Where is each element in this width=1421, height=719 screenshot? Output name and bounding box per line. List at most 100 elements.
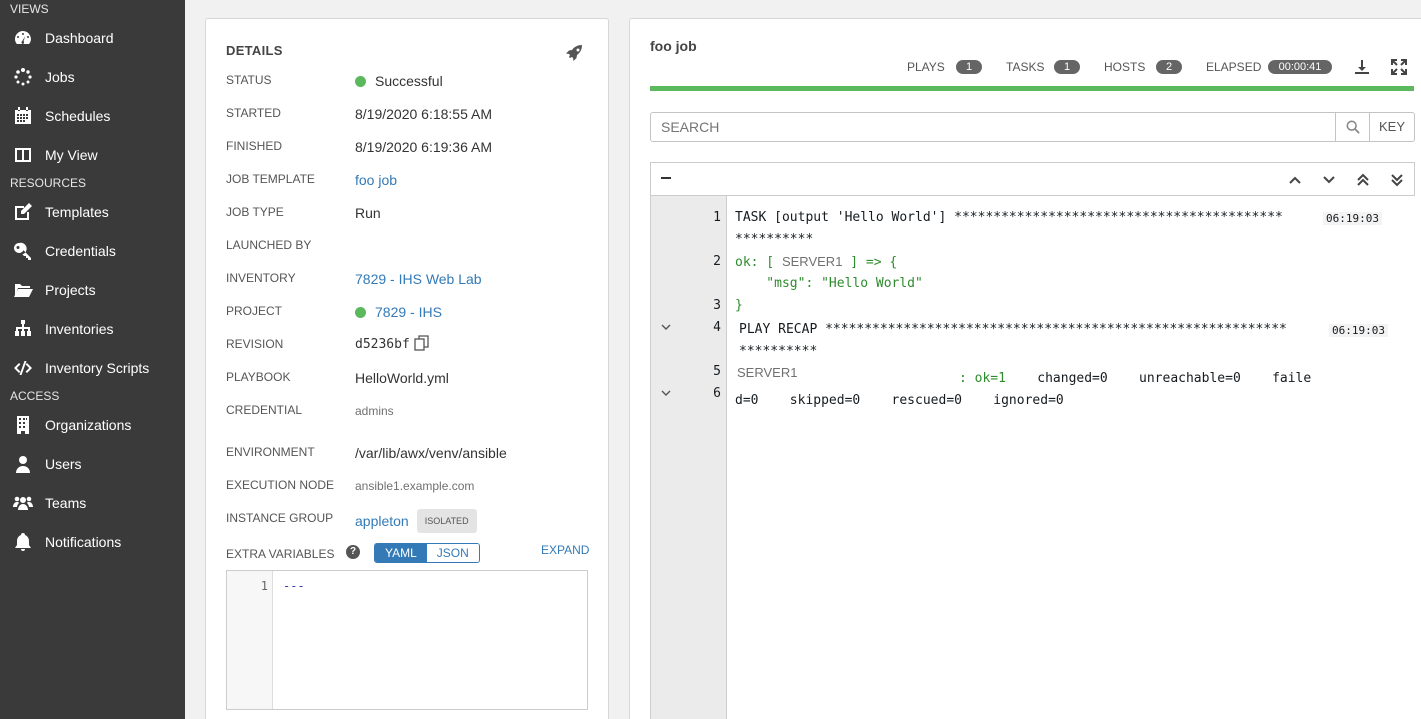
sidebar-item-label: Projects bbox=[45, 281, 96, 298]
playbook-row: PLAYBOOK HelloWorld.yml bbox=[226, 368, 606, 392]
inventory-link[interactable]: 7829 - IHS Web Lab bbox=[355, 269, 482, 289]
output-gutter: 1 2 3 4 5 6 17 bbox=[651, 196, 727, 719]
sidebar-item-label: Notifications bbox=[45, 533, 122, 550]
line-number: 6 bbox=[713, 386, 721, 401]
search-input[interactable] bbox=[650, 112, 1336, 142]
output-line-recap: PLAY RECAP *****************************… bbox=[739, 322, 1287, 337]
download-icon[interactable] bbox=[1354, 59, 1370, 75]
output-line-recap-cont: ********** bbox=[739, 344, 818, 359]
credential-label: CREDENTIAL bbox=[226, 403, 303, 417]
double-chevron-down-icon bbox=[1391, 174, 1403, 187]
environment-row: ENVIRONMENT /var/lib/awx/venv/ansible bbox=[226, 443, 606, 467]
project-link[interactable]: 7829 - IHS bbox=[355, 302, 442, 322]
finished-value: 8/19/2020 6:19:36 AM bbox=[355, 139, 492, 155]
sidebar-item-label: My View bbox=[45, 146, 98, 163]
bell-icon bbox=[0, 532, 45, 552]
elapsed-badge: 00:00:41 bbox=[1268, 60, 1332, 74]
extra-variables-editor[interactable]: 1 --- bbox=[226, 570, 588, 710]
chevron-down-icon bbox=[1323, 176, 1335, 184]
instance-group-link[interactable]: appleton bbox=[355, 513, 409, 529]
sitemap-icon bbox=[0, 319, 45, 339]
launched-by-row: LAUNCHED BY bbox=[226, 236, 606, 260]
sidebar: VIEWS Dashboard Jobs Schedules My View R… bbox=[0, 0, 185, 719]
plays-label: PLAYS bbox=[907, 60, 945, 74]
search-icon bbox=[1346, 120, 1360, 134]
copy-icon[interactable] bbox=[414, 335, 430, 351]
sidebar-item-label: Schedules bbox=[45, 107, 111, 124]
rocket-icon[interactable] bbox=[564, 43, 584, 63]
key-icon bbox=[0, 241, 45, 261]
sidebar-item-teams[interactable]: Teams bbox=[0, 483, 185, 522]
sidebar-item-credentials[interactable]: Credentials bbox=[0, 231, 185, 270]
line-number: 5 bbox=[713, 364, 721, 379]
sidebar-item-inventory-scripts[interactable]: Inventory Scripts bbox=[0, 348, 185, 387]
instance-group-value: appleton ISOLATED bbox=[355, 509, 477, 533]
instance-group-row: INSTANCE GROUP appleton ISOLATED bbox=[226, 509, 606, 533]
status-label: STATUS bbox=[226, 73, 272, 87]
sidebar-item-users[interactable]: Users bbox=[0, 444, 185, 483]
sidebar-section-resources: RESOURCES bbox=[10, 176, 87, 190]
columns-icon bbox=[0, 145, 45, 165]
line-number: 1 bbox=[713, 210, 721, 225]
extra-variables-row: EXTRA VARIABLES ? YAML JSON EXPAND bbox=[226, 543, 606, 567]
sidebar-item-schedules[interactable]: Schedules bbox=[0, 96, 185, 135]
scroll-down-button[interactable] bbox=[1312, 171, 1346, 189]
sidebar-item-inventories[interactable]: Inventories bbox=[0, 309, 185, 348]
format-toggle: YAML JSON bbox=[374, 543, 480, 563]
hosts-label: HOSTS bbox=[1104, 60, 1146, 74]
output-line-recap-stats-cont: d=0 skipped=0 rescued=0 ignored=0 bbox=[735, 393, 1064, 408]
started-row: STARTED 8/19/2020 6:18:55 AM bbox=[226, 104, 606, 128]
job-template-link[interactable]: foo job bbox=[355, 170, 397, 190]
sidebar-item-dashboard[interactable]: Dashboard bbox=[0, 18, 185, 57]
json-toggle-button[interactable]: JSON bbox=[426, 544, 479, 562]
user-icon bbox=[0, 454, 45, 474]
timestamp: 06:19:03 bbox=[1329, 324, 1388, 337]
output-line-task: TASK [output 'Hello World'] ************… bbox=[735, 210, 1283, 225]
project-link-text: 7829 - IHS bbox=[375, 304, 442, 320]
sidebar-item-organizations[interactable]: Organizations bbox=[0, 405, 185, 444]
job-title: foo job bbox=[650, 38, 697, 54]
search-button[interactable] bbox=[1335, 112, 1370, 142]
inventory-row: INVENTORY 7829 - IHS Web Lab bbox=[226, 269, 606, 293]
host-name: SERVER1 bbox=[781, 254, 843, 269]
fullscreen-icon[interactable] bbox=[1391, 59, 1407, 75]
sidebar-item-label: Credentials bbox=[45, 242, 116, 259]
sidebar-item-projects[interactable]: Projects bbox=[0, 270, 185, 309]
sidebar-item-my-view[interactable]: My View bbox=[0, 135, 185, 174]
scroll-top-button[interactable] bbox=[1346, 171, 1380, 189]
tasks-count-badge: 1 bbox=[1054, 60, 1080, 74]
sidebar-item-notifications[interactable]: Notifications bbox=[0, 522, 185, 561]
execution-node-value: ansible1.example.com bbox=[355, 479, 475, 493]
help-icon[interactable]: ? bbox=[346, 545, 360, 559]
sidebar-item-label: Organizations bbox=[45, 416, 132, 433]
sidebar-section-access: ACCESS bbox=[10, 389, 60, 403]
revision-text: d5236bf bbox=[355, 337, 410, 352]
editor-gutter: 1 bbox=[227, 571, 273, 709]
sidebar-item-label: Inventories bbox=[45, 320, 114, 337]
job-output-terminal: 1 2 3 4 5 6 17 TASK [output 'Hello World… bbox=[650, 195, 1416, 719]
sidebar-item-label: Teams bbox=[45, 494, 87, 511]
revision-value: d5236bf bbox=[355, 335, 430, 355]
output-lines: TASK [output 'Hello World'] ************… bbox=[727, 196, 1416, 719]
sidebar-item-templates[interactable]: Templates bbox=[0, 192, 185, 231]
status-success-icon bbox=[355, 76, 366, 87]
finished-label: FINISHED bbox=[226, 139, 283, 153]
spinner-icon bbox=[0, 67, 45, 87]
sidebar-item-label: Dashboard bbox=[45, 29, 114, 46]
yaml-toggle-button[interactable]: YAML bbox=[375, 544, 427, 562]
job-type-label: JOB TYPE bbox=[226, 205, 284, 219]
scroll-up-button[interactable] bbox=[1278, 171, 1312, 189]
key-button[interactable]: KEY bbox=[1369, 112, 1415, 142]
double-chevron-up-icon bbox=[1357, 173, 1369, 186]
chevron-up-icon bbox=[1289, 176, 1301, 184]
recap-ok: ok=1 bbox=[974, 371, 1006, 386]
scroll-bottom-button[interactable] bbox=[1380, 171, 1414, 189]
sidebar-item-jobs[interactable]: Jobs bbox=[0, 57, 185, 96]
expand-link[interactable]: EXPAND bbox=[541, 543, 589, 557]
collapse-all-button[interactable] bbox=[661, 177, 671, 179]
job-progress-fill bbox=[650, 86, 1414, 91]
line-number: 4 bbox=[713, 320, 721, 335]
sidebar-item-label: Templates bbox=[45, 203, 109, 220]
scroll-controls bbox=[1278, 171, 1414, 189]
output-line-recap-stats: : ok=1 changed=0 unreachable=0 faile bbox=[959, 371, 1311, 386]
